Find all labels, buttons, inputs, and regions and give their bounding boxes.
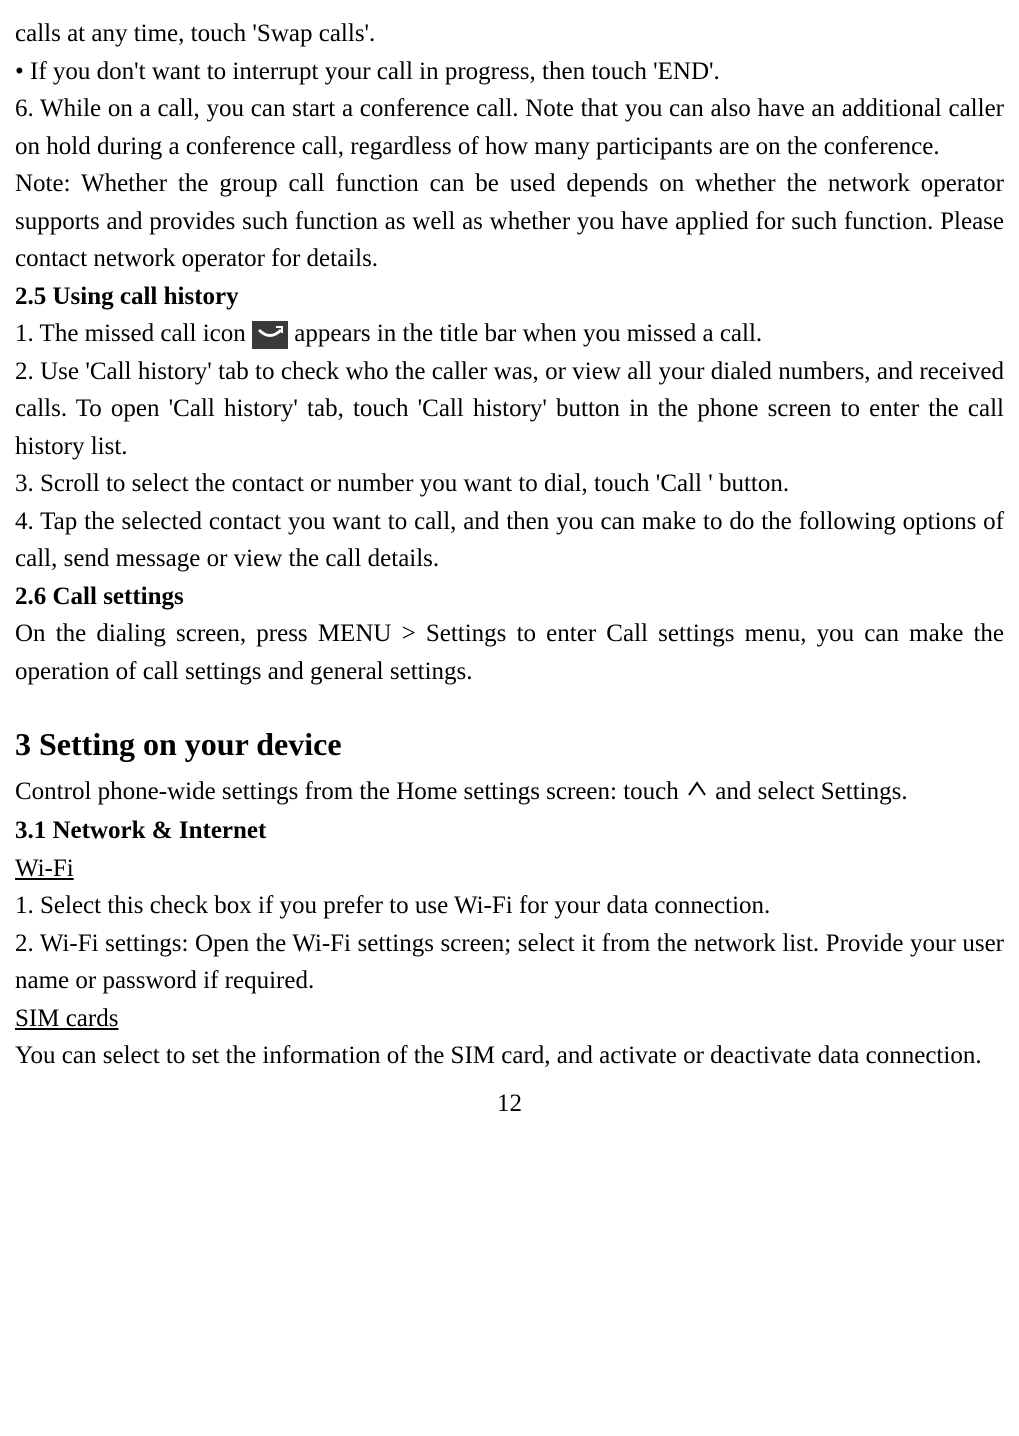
text-segment: appears in the title bar when you missed… xyxy=(294,320,762,347)
underline-text: Wi-Fi xyxy=(15,855,74,882)
chapter-heading-3: 3 Setting on your device xyxy=(15,720,1004,768)
text-segment: Control phone-wide settings from the Hom… xyxy=(15,778,685,805)
body-text: 2. Wi-Fi settings: Open the Wi-Fi settin… xyxy=(15,925,1004,1000)
body-text: calls at any time, touch 'Swap calls'. xyxy=(15,15,1004,53)
body-text: • If you don't want to interrupt your ca… xyxy=(15,53,1004,91)
body-text: 1. The missed call icon appears in the t… xyxy=(15,315,1004,353)
section-heading-2-5: 2.5 Using call history xyxy=(15,278,1004,316)
body-text: 2. Use 'Call history' tab to check who t… xyxy=(15,353,1004,466)
body-text: 1. Select this check box if you prefer t… xyxy=(15,887,1004,925)
underline-text: SIM cards xyxy=(15,1005,118,1032)
missed-call-icon xyxy=(252,321,288,349)
apps-caret-icon xyxy=(685,775,709,813)
body-text: On the dialing screen, press MENU > Sett… xyxy=(15,615,1004,690)
body-text: Note: Whether the group call function ca… xyxy=(15,165,1004,278)
body-text: 4. Tap the selected contact you want to … xyxy=(15,503,1004,578)
body-text: Control phone-wide settings from the Hom… xyxy=(15,773,1004,812)
text-segment: and select Settings. xyxy=(715,778,907,805)
subsection-sim: SIM cards xyxy=(15,1000,1004,1038)
section-heading-2-6: 2.6 Call settings xyxy=(15,578,1004,616)
page-number: 12 xyxy=(15,1085,1004,1123)
body-text: 3. Scroll to select the contact or numbe… xyxy=(15,465,1004,503)
text-segment: 1. The missed call icon xyxy=(15,320,252,347)
subsection-wifi: Wi-Fi xyxy=(15,850,1004,888)
body-text: 6. While on a call, you can start a conf… xyxy=(15,90,1004,165)
body-text: You can select to set the information of… xyxy=(15,1037,1004,1075)
section-heading-3-1: 3.1 Network & Internet xyxy=(15,812,1004,850)
